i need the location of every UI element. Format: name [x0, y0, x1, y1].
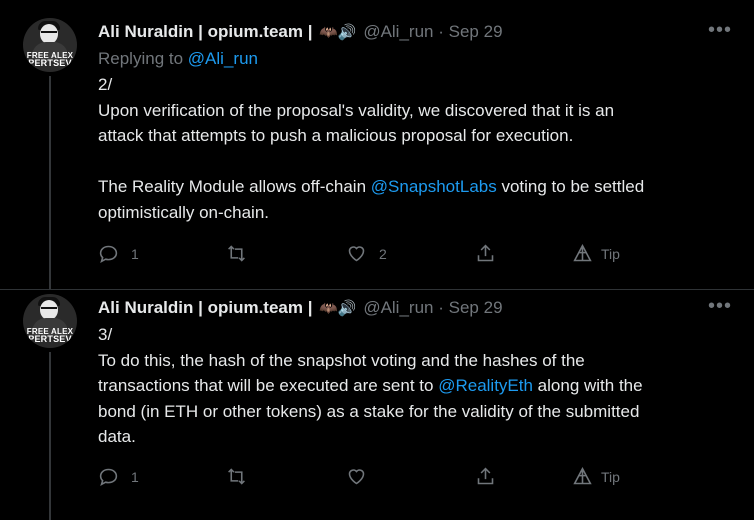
share-icon [477, 244, 494, 262]
tip-label: Tip [601, 245, 620, 262]
text-line: attack that attempts to push a malicious… [98, 126, 574, 145]
tweet-text: 2/ Upon verification of the proposal's v… [98, 72, 718, 225]
tweet-text: 3/ To do this, the hash of the snapshot … [98, 322, 718, 450]
tip-icon [573, 466, 592, 485]
tip-button[interactable]: Tip [572, 243, 620, 264]
author-handle[interactable]: @Ali_run [363, 22, 433, 41]
mention-link[interactable]: @RealityEth [438, 376, 533, 395]
tweet-header: Ali Nuraldin | opium.team | 🦇🔊 @Ali_run … [98, 297, 503, 320]
separator: · [438, 22, 444, 41]
tweet[interactable]: FREE ALEX PERTSEV Ali Nuraldin | opium.t… [0, 290, 754, 520]
tweet-header: Ali Nuraldin | opium.team | 🦇🔊 @Ali_run … [98, 21, 503, 44]
share-button[interactable] [475, 243, 496, 264]
replying-prefix: Replying to [98, 49, 184, 68]
thread-line [49, 76, 51, 290]
replying-handle-link[interactable]: @Ali_run [188, 49, 258, 68]
avatar[interactable]: FREE ALEX PERTSEV [23, 18, 77, 72]
author-name[interactable]: Ali Nuraldin | opium.team | [98, 22, 312, 41]
tip-label: Tip [601, 468, 620, 485]
separator: · [438, 298, 444, 317]
text-line: To do this, the hash of the snapshot vot… [98, 350, 585, 370]
text-line: optimistically on-chain. [98, 202, 270, 222]
retweet-button[interactable] [226, 243, 259, 264]
mention-link[interactable]: @SnapshotLabs [371, 177, 497, 196]
share-icon [477, 467, 494, 485]
share-button[interactable] [475, 466, 496, 487]
text-line: bond (in ETH or other tokens) as a stake… [98, 401, 640, 421]
avatar-text-line2: PERTSEV [28, 334, 72, 344]
author-emoji: 🦇🔊 [319, 300, 357, 317]
thread-number: 2/ [98, 75, 113, 94]
thread-line [49, 352, 51, 520]
reply-button[interactable]: 1 [98, 466, 139, 487]
tip-icon [573, 243, 592, 262]
more-icon[interactable]: ••• [708, 19, 732, 42]
text-line: The Reality Module allows off-chain @Sna… [98, 177, 645, 196]
reply-icon [99, 468, 118, 486]
like-button[interactable] [346, 466, 379, 487]
author-name[interactable]: Ali Nuraldin | opium.team | [98, 298, 312, 317]
retweet-icon [228, 468, 245, 485]
reply-count: 1 [131, 245, 139, 262]
thread-number: 3/ [98, 325, 113, 344]
like-icon [348, 246, 365, 262]
retweet-icon [228, 245, 245, 262]
like-count: 2 [379, 245, 387, 262]
avatar[interactable]: FREE ALEX PERTSEV [23, 294, 77, 348]
text-line: Upon verification of the proposal's vali… [98, 100, 615, 120]
replying-to: Replying to @Ali_run [98, 49, 258, 69]
text-line: data. [98, 427, 136, 446]
avatar-text-line2: PERTSEV [28, 58, 72, 68]
tip-button[interactable]: Tip [572, 466, 620, 487]
like-icon [348, 469, 365, 485]
tweet-date[interactable]: Sep 29 [449, 22, 503, 41]
tweet-date[interactable]: Sep 29 [449, 298, 503, 317]
reply-count: 1 [131, 468, 139, 485]
author-emoji: 🦇🔊 [319, 24, 357, 41]
action-bar: 1 Tip [98, 466, 738, 490]
text-line: transactions that will be executed are s… [98, 376, 643, 395]
tweet[interactable]: FREE ALEX PERTSEV Ali Nuraldin | opium.t… [0, 0, 754, 290]
action-bar: 1 2 Tip [98, 243, 738, 267]
reply-icon [99, 245, 118, 263]
reply-button[interactable]: 1 [98, 243, 139, 264]
like-button[interactable]: 2 [346, 243, 387, 264]
author-handle[interactable]: @Ali_run [363, 298, 433, 317]
more-icon[interactable]: ••• [708, 295, 732, 318]
retweet-button[interactable] [226, 466, 259, 487]
